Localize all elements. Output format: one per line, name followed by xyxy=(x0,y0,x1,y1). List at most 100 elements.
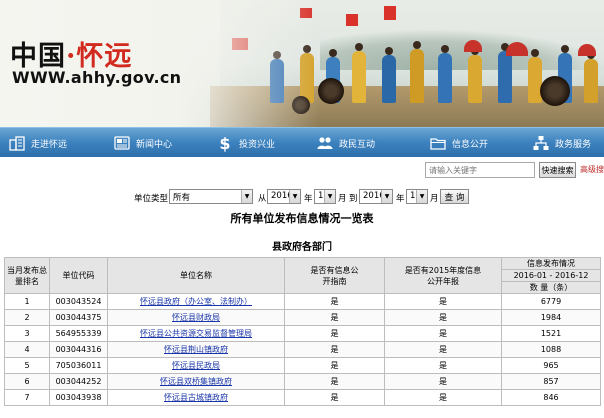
query-button[interactable]: 查 询 xyxy=(440,189,469,204)
cell-rank: 3 xyxy=(4,325,50,342)
unit-name-link[interactable]: 怀远县双桥集镇政府 xyxy=(160,377,232,386)
cell-code: 564955339 xyxy=(49,325,108,342)
to-year-select[interactable]: 2016 ▼ xyxy=(359,189,393,204)
cell-annual: 是 xyxy=(384,373,502,390)
header-rank: 当月发布总量排名 xyxy=(4,257,50,294)
fan-prop xyxy=(578,44,596,56)
header-code: 单位代码 xyxy=(49,257,108,294)
nav-item-investment[interactable]: $ 投资兴业 xyxy=(216,128,275,158)
unit-type-label: 单位类型: xyxy=(134,194,171,204)
table-row: 4 003044316 怀远县荆山镇政府 是 是 1088 xyxy=(4,341,601,358)
cell-rank: 1 xyxy=(4,293,50,310)
year-label: 年 xyxy=(396,194,405,204)
unit-name-link[interactable]: 怀远县民政局 xyxy=(172,361,220,370)
advanced-search-link[interactable]: 高级搜 xyxy=(580,164,604,175)
cell-guide: 是 xyxy=(284,293,385,310)
quick-search-button[interactable]: 快速搜索 xyxy=(539,162,576,178)
network-icon xyxy=(532,134,550,152)
month-label: 月 xyxy=(430,194,439,204)
cell-name: 怀远县财政局 xyxy=(107,309,285,326)
header-period: 2016-01 - 2016-12 xyxy=(501,269,601,282)
dancer-figure xyxy=(498,43,512,103)
cell-guide: 是 xyxy=(284,325,385,342)
cell-rank: 5 xyxy=(4,357,50,374)
cell-annual: 是 xyxy=(384,325,502,342)
from-label: 从 xyxy=(258,194,267,204)
unit-type-select[interactable]: 所有 ▼ xyxy=(169,189,253,204)
search-input[interactable] xyxy=(425,162,535,178)
svg-text:$: $ xyxy=(219,134,230,152)
cell-rank: 4 xyxy=(4,341,50,358)
flag-prop xyxy=(346,14,358,26)
dancer-figure xyxy=(528,49,542,103)
building-icon xyxy=(8,134,26,152)
nav-item-news[interactable]: 新闻中心 xyxy=(113,128,172,158)
cell-code: 003043938 xyxy=(49,389,108,406)
cell-name: 怀远县政府（办公室、法制办） xyxy=(107,293,285,310)
cell-name: 怀远县双桥集镇政府 xyxy=(107,373,285,390)
cell-annual: 是 xyxy=(384,293,502,310)
chevron-down-icon: ▼ xyxy=(381,190,392,203)
unit-name-link[interactable]: 怀远县财政局 xyxy=(172,313,220,322)
dollar-icon: $ xyxy=(216,134,234,152)
header-has-guide: 是否有信息公开指南 xyxy=(284,257,385,294)
folder-icon xyxy=(429,134,447,152)
drum-prop xyxy=(540,76,570,106)
cell-guide: 是 xyxy=(284,357,385,374)
cell-annual: 是 xyxy=(384,309,502,326)
cell-count: 846 xyxy=(501,389,601,406)
nav-item-interaction[interactable]: 政民互动 xyxy=(316,128,375,158)
table-row: 6 003044252 怀远县双桥集镇政府 是 是 857 xyxy=(4,373,601,390)
cell-code: 003043524 xyxy=(49,293,108,310)
chevron-down-icon: ▼ xyxy=(241,190,252,203)
nav-label: 政务服务 xyxy=(555,139,592,150)
section-title: 县政府各部门 xyxy=(272,242,332,253)
cell-annual: 是 xyxy=(384,357,502,374)
unit-name-link[interactable]: 怀远县政府（办公室、法制办） xyxy=(140,297,252,306)
header-name: 单位名称 xyxy=(107,257,285,294)
people-icon xyxy=(316,134,334,152)
table-row: 3 564955339 怀远县公共资源交易监督管理局 是 是 1521 xyxy=(4,325,601,342)
nav-item-intro[interactable]: 走进怀远 xyxy=(8,128,67,158)
cell-guide: 是 xyxy=(284,389,385,406)
nav-label: 走进怀远 xyxy=(31,139,68,150)
year-label: 年 xyxy=(304,194,313,204)
flag-prop xyxy=(384,6,396,20)
cell-annual: 是 xyxy=(384,389,502,406)
fan-prop xyxy=(464,40,482,52)
unit-name-link[interactable]: 怀远县荆山镇政府 xyxy=(164,345,228,354)
dancer-figure xyxy=(382,47,396,103)
cell-guide: 是 xyxy=(284,309,385,326)
drum-prop xyxy=(318,78,344,104)
cell-count: 1088 xyxy=(501,341,601,358)
dancer-figure xyxy=(438,45,452,103)
cell-count: 857 xyxy=(501,373,601,390)
nav-item-services[interactable]: 政务服务 xyxy=(532,128,591,158)
unit-name-link[interactable]: 怀远县古城镇政府 xyxy=(164,393,228,402)
table-row: 2 003044375 怀远县财政局 是 是 1984 xyxy=(4,309,601,326)
page-title: 所有单位发布信息情况一览表 xyxy=(230,212,374,225)
table-row: 5 705036011 怀远县民政局 是 是 965 xyxy=(4,357,601,374)
main-nav: 走进怀远 新闻中心 $ 投资兴业 政民互动 信息公开 政务服务 xyxy=(0,127,604,157)
cell-name: 怀远县公共资源交易监督管理局 xyxy=(107,325,285,342)
cell-code: 003044375 xyxy=(49,309,108,326)
nav-item-disclosure[interactable]: 信息公开 xyxy=(429,128,488,158)
cell-name: 怀远县古城镇政府 xyxy=(107,389,285,406)
chevron-down-icon: ▼ xyxy=(416,190,427,203)
nav-label: 投资兴业 xyxy=(239,139,276,150)
cell-count: 6779 xyxy=(501,293,601,310)
to-label: 到 xyxy=(349,194,358,204)
cell-code: 705036011 xyxy=(49,357,108,374)
header-has-annual-report: 是否有2015年度信息公开年报 xyxy=(384,257,502,294)
dancer-figure xyxy=(584,51,598,103)
dancer-figure xyxy=(352,43,366,103)
from-year-select[interactable]: 2016 ▼ xyxy=(267,189,301,204)
dancer-figure xyxy=(410,41,424,103)
to-month-select[interactable]: 12 ▼ xyxy=(406,189,428,204)
cell-code: 003044252 xyxy=(49,373,108,390)
from-month-select[interactable]: 1 ▼ xyxy=(314,189,336,204)
cell-count: 1521 xyxy=(501,325,601,342)
cell-guide: 是 xyxy=(284,373,385,390)
month-label: 月 xyxy=(338,194,347,204)
unit-name-link[interactable]: 怀远县公共资源交易监督管理局 xyxy=(140,329,252,338)
